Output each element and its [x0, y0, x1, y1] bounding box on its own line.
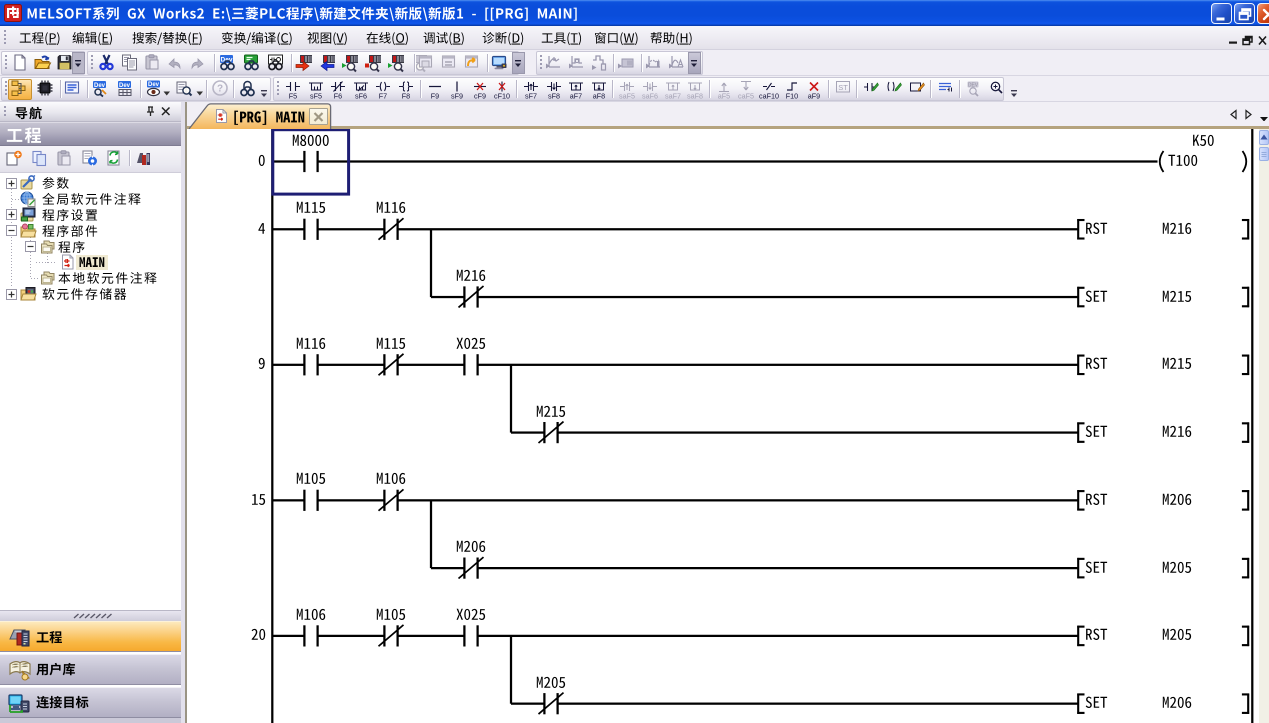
- svg-text:Dev: Dev: [119, 83, 131, 89]
- svg-text:saF7: saF7: [665, 92, 681, 101]
- svg-text:caF10: caF10: [759, 92, 779, 101]
- svg-text:caF5: caF5: [738, 92, 754, 101]
- svg-text:sF5: sF5: [310, 92, 322, 101]
- svg-text:cF9: cF9: [474, 92, 486, 101]
- svg-text:F5: F5: [289, 92, 297, 101]
- svg-text:saF5: saF5: [619, 92, 635, 101]
- svg-text:sF8: sF8: [548, 92, 560, 101]
- svg-text:F7: F7: [379, 92, 387, 101]
- svg-text:aF7: aF7: [570, 92, 582, 101]
- svg-text:sF7: sF7: [525, 92, 537, 101]
- svg-text:F8: F8: [402, 92, 410, 101]
- svg-text:saF8: saF8: [687, 92, 703, 101]
- svg-text:Dev: Dev: [148, 82, 160, 88]
- svg-text:F6: F6: [334, 92, 342, 101]
- svg-text:cF10: cF10: [494, 92, 510, 101]
- svg-text:F10: F10: [785, 92, 797, 101]
- svg-text:?: ?: [217, 84, 223, 95]
- svg-text:F9: F9: [430, 92, 438, 101]
- svg-text:aF9: aF9: [808, 92, 820, 101]
- svg-text:saF6: saF6: [642, 92, 658, 101]
- svg-text:aF8: aF8: [593, 92, 605, 101]
- svg-text:sF9: sF9: [451, 92, 463, 101]
- svg-text:Dev: Dev: [94, 83, 106, 89]
- svg-text:aF5: aF5: [718, 92, 730, 101]
- svg-text:sF6: sF6: [355, 92, 367, 101]
